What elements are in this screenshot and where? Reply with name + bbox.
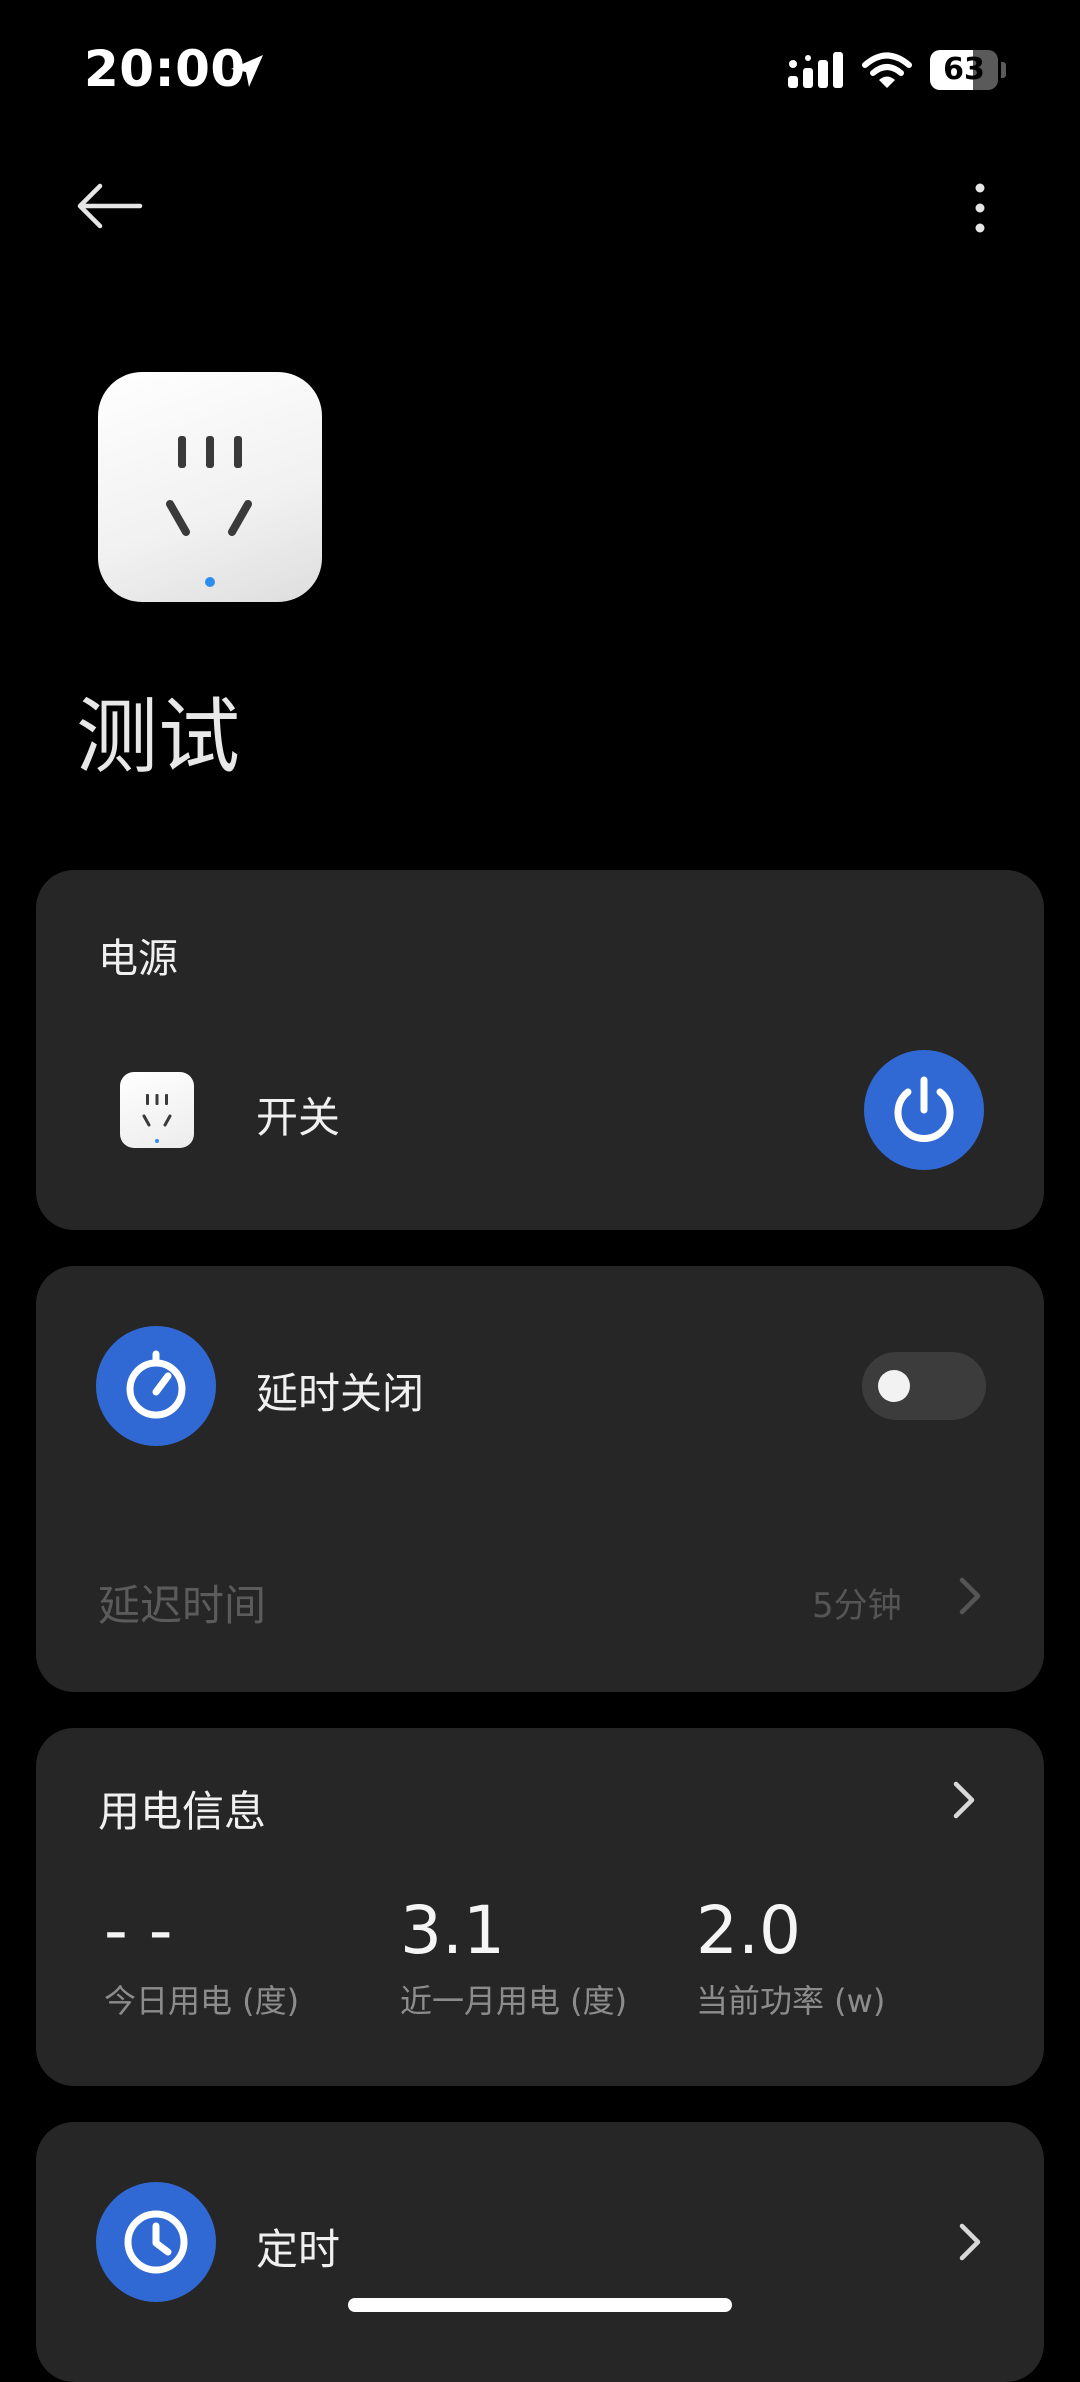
schedule-card[interactable]: 定时 [36,2122,1044,2382]
today-usage-label: 今日用电 (度) [104,1982,300,2020]
usage-title: 用电信息 [98,1787,267,1836]
stopwatch-icon [126,1350,186,1419]
status-time: 20:00 [84,40,246,98]
schedule-button [96,2182,216,2302]
delay-timer-button [96,1326,216,1446]
power-section-title: 电源 [98,936,178,982]
location-arrow-icon [231,55,263,87]
month-usage-label: 近一月用电 (度) [400,1982,628,2020]
switch-device-thumbnail [120,1072,194,1148]
switch-label: 开关 [256,1093,341,1142]
socket-small-icon [142,1094,172,1143]
status-bar: 20:00 63 [0,0,1080,140]
clock-icon [124,2210,188,2274]
battery-tip [1001,62,1006,78]
device-image [98,372,322,602]
power-icon [894,1076,954,1142]
more-vertical-icon[interactable] [960,180,1000,236]
device-name: 测试 [76,690,241,785]
current-power-label: 当前功率 (w) [696,1982,886,2020]
toggle-knob [878,1370,910,1402]
chevron-right-icon[interactable] [954,2220,984,2264]
power-card: 电源 开关 [36,870,1044,1230]
back-arrow-icon[interactable] [74,180,144,232]
delay-off-card: 延时关闭 延迟时间 5分钟 [36,1266,1044,1692]
today-usage-value: - - [104,1892,173,1969]
delay-off-label: 延时关闭 [256,1369,425,1418]
month-usage-value: 3.1 [400,1892,505,1969]
cellular-signal-icon [788,52,843,88]
chevron-right-icon[interactable] [948,1778,978,1822]
home-indicator[interactable] [348,2298,732,2312]
battery-icon: 63 [930,50,998,90]
power-button[interactable] [864,1050,984,1170]
chevron-right-icon[interactable] [954,1574,984,1618]
wifi-icon [862,52,912,88]
delay-off-toggle[interactable] [862,1352,986,1420]
current-power-value: 2.0 [696,1892,801,1969]
delay-time-label: 延迟时间 [98,1581,267,1630]
socket-icon [166,436,252,587]
delay-time-value[interactable]: 5分钟 [812,1578,902,1627]
schedule-label: 定时 [256,2225,341,2274]
power-usage-card[interactable]: 用电信息 - - 今日用电 (度) 3.1 近一月用电 (度) 2.0 当前功率… [36,1728,1044,2086]
